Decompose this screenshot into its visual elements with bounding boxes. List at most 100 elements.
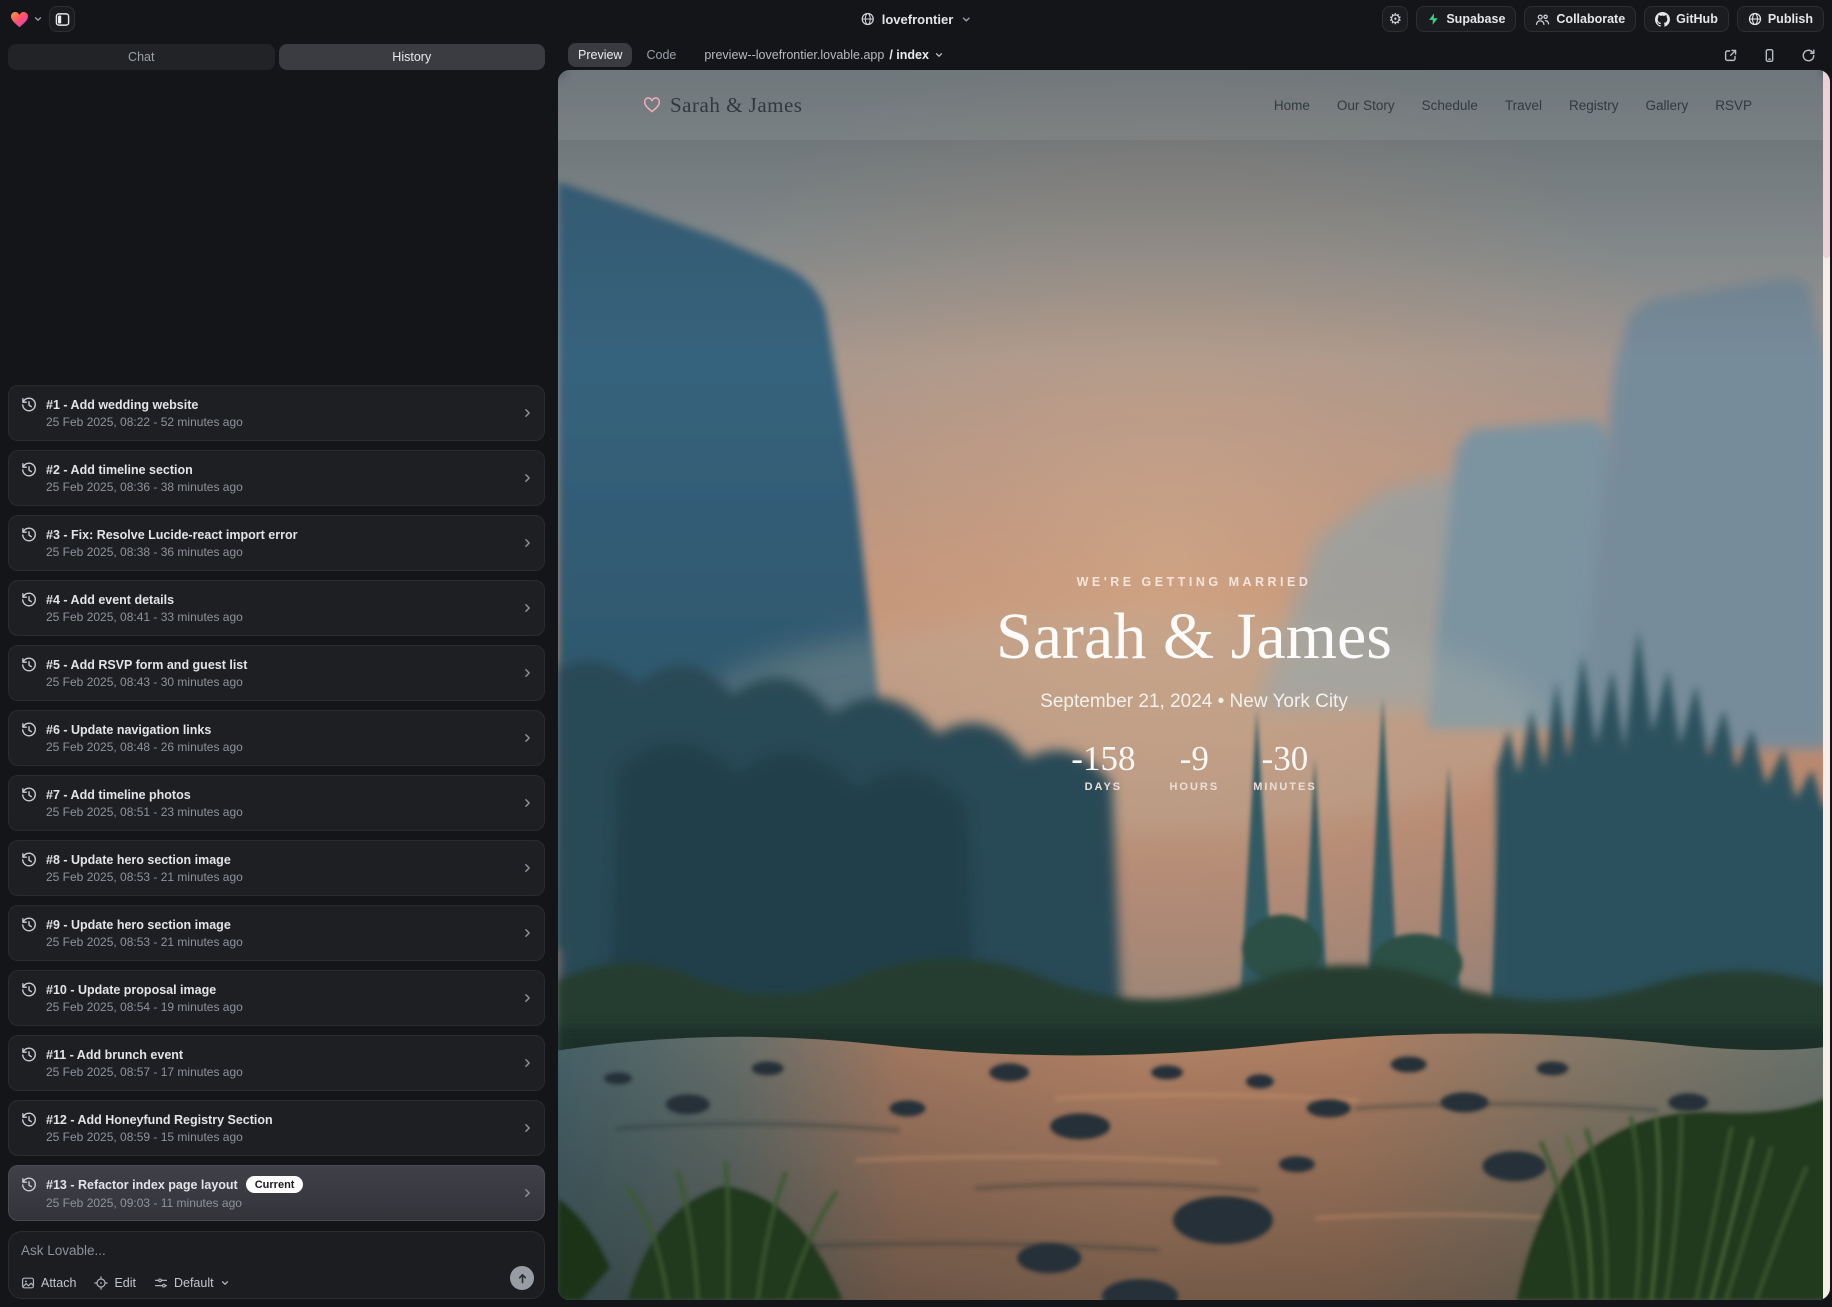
history-icon [21, 982, 37, 998]
history-item[interactable]: #12 - Add Honeyfund Registry Section 25 … [8, 1100, 545, 1156]
collaborate-button[interactable]: Collaborate [1524, 6, 1636, 32]
tab-preview[interactable]: Preview [568, 43, 632, 67]
history-item-title: #10 - Update proposal image [46, 983, 216, 997]
globe-icon [1748, 12, 1762, 26]
sidebar-tabs: Chat History [8, 44, 545, 70]
history-icon [21, 787, 37, 803]
send-button[interactable] [510, 1266, 534, 1290]
site-nav: Home Our Story Schedule Travel Registry Galle… [1274, 98, 1752, 113]
history-item-time: 25 Feb 2025, 08:41 - 33 minutes ago [46, 610, 243, 624]
chevron-right-icon [521, 472, 534, 485]
refresh-button[interactable] [1801, 48, 1816, 63]
edit-button[interactable]: Edit [94, 1276, 136, 1290]
lovable-heart-icon [10, 11, 29, 28]
attach-button[interactable]: Attach [21, 1276, 76, 1290]
prompt-composer[interactable]: Ask Lovable... Attach Edit Default [8, 1231, 545, 1299]
supabase-button[interactable]: Supabase [1416, 6, 1516, 32]
nav-link[interactable]: Registry [1569, 98, 1619, 113]
history-item[interactable]: #4 - Add event details 25 Feb 2025, 08:4… [8, 580, 545, 636]
preview-panel: Sarah & James Home Our Story Schedule Trave… [558, 70, 1830, 1300]
tab-code[interactable]: Code [636, 43, 686, 67]
tab-history[interactable]: History [279, 44, 546, 70]
project-name: lovefrontier [882, 12, 954, 27]
history-item-time: 25 Feb 2025, 08:57 - 17 minutes ago [46, 1065, 243, 1079]
sidebar-panel-icon [55, 12, 70, 27]
users-icon [1535, 13, 1550, 26]
settings-button[interactable]: ⚙ [1382, 6, 1408, 32]
nav-link[interactable]: Gallery [1645, 98, 1688, 113]
preview-toolbar: Preview Code preview--lovefrontier.lovab… [568, 42, 1816, 68]
refresh-icon [1801, 48, 1816, 63]
nav-link[interactable]: Schedule [1422, 98, 1478, 113]
mode-select[interactable]: Default [154, 1276, 230, 1290]
countdown-label: HOURS [1169, 781, 1219, 793]
chevron-down-icon [934, 50, 944, 60]
history-item-title: #6 - Update navigation links [46, 723, 211, 737]
open-in-new-tab-button[interactable] [1723, 48, 1738, 63]
history-item-time: 25 Feb 2025, 08:36 - 38 minutes ago [46, 480, 243, 494]
history-item[interactable]: #7 - Add timeline photos 25 Feb 2025, 08… [8, 775, 545, 831]
history-item[interactable]: #6 - Update navigation links 25 Feb 2025… [8, 710, 545, 766]
history-item[interactable]: #5 - Add RSVP form and guest list 25 Feb… [8, 645, 545, 701]
history-item[interactable]: #13 - Refactor index page layout Current… [8, 1165, 545, 1221]
publish-button[interactable]: Publish [1737, 6, 1824, 32]
history-item-title: #7 - Add timeline photos [46, 788, 191, 802]
countdown-label: DAYS [1071, 781, 1135, 793]
history-item-title: #13 - Refactor index page layout [46, 1178, 238, 1192]
toggle-sidebar-button[interactable] [49, 6, 75, 32]
chevron-right-icon [521, 927, 534, 940]
preview-scrollbar-track [1823, 70, 1830, 1300]
github-button[interactable]: GitHub [1644, 6, 1729, 32]
preview-scrollbar-thumb[interactable] [1823, 70, 1830, 258]
target-icon [94, 1276, 108, 1290]
image-icon [21, 1276, 35, 1290]
arrow-up-icon [516, 1272, 529, 1285]
nav-link[interactable]: Travel [1505, 98, 1542, 113]
project-switcher[interactable]: lovefrontier [861, 0, 972, 38]
globe-icon [861, 12, 875, 26]
history-item[interactable]: #3 - Fix: Resolve Lucide-react import er… [8, 515, 545, 571]
countdown-unit: -9 HOURS [1169, 739, 1219, 793]
lovable-logo-menu[interactable] [10, 11, 43, 28]
history-list: #1 - Add wedding website 25 Feb 2025, 08… [8, 80, 545, 1221]
history-icon [21, 592, 37, 608]
prompt-input[interactable]: Ask Lovable... [21, 1243, 532, 1258]
current-badge: Current [246, 1176, 304, 1193]
chevron-right-icon [521, 602, 534, 615]
chevron-right-icon [521, 407, 534, 420]
history-item[interactable]: #2 - Add timeline section 25 Feb 2025, 0… [8, 450, 545, 506]
history-item[interactable]: #1 - Add wedding website 25 Feb 2025, 08… [8, 385, 545, 441]
countdown-label: MINUTES [1253, 781, 1317, 793]
history-item[interactable]: #8 - Update hero section image 25 Feb 20… [8, 840, 545, 896]
hero-eyebrow: WE'RE GETTING MARRIED [996, 575, 1392, 589]
chevron-right-icon [521, 667, 534, 680]
nav-link[interactable]: Our Story [1337, 98, 1395, 113]
site-brand[interactable]: Sarah & James [643, 93, 802, 118]
history-item[interactable]: #11 - Add brunch event 25 Feb 2025, 08:5… [8, 1035, 545, 1091]
top-bar: lovefrontier ⚙ Supabase Collaborate GitH… [0, 0, 1832, 38]
nav-link[interactable]: Home [1274, 98, 1310, 113]
history-item[interactable]: #9 - Update hero section image 25 Feb 20… [8, 905, 545, 961]
site-header: Sarah & James Home Our Story Schedule Trave… [558, 70, 1830, 140]
tab-chat[interactable]: Chat [8, 44, 275, 70]
history-item-time: 25 Feb 2025, 08:59 - 15 minutes ago [46, 1130, 273, 1144]
history-item[interactable]: #10 - Update proposal image 25 Feb 2025,… [8, 970, 545, 1026]
chevron-right-icon [521, 1057, 534, 1070]
chevron-right-icon [521, 1122, 534, 1135]
countdown-unit: -30 MINUTES [1253, 739, 1317, 793]
countdown-value: -9 [1169, 739, 1219, 779]
chevron-right-icon [521, 732, 534, 745]
history-item-title: #2 - Add timeline section [46, 463, 193, 477]
sidebar: Chat History #1 - Add wedding website 25… [8, 44, 545, 1299]
nav-link[interactable]: RSVP [1715, 98, 1752, 113]
chevron-down-icon [220, 1278, 230, 1288]
supabase-bolt-icon [1427, 12, 1440, 26]
countdown-unit: -158 DAYS [1071, 739, 1135, 793]
chevron-right-icon [521, 797, 534, 810]
github-icon [1655, 12, 1670, 27]
history-item-title: #4 - Add event details [46, 593, 174, 607]
preview-url-dropdown[interactable]: preview--lovefrontier.lovable.app / inde… [704, 48, 944, 62]
mobile-view-button[interactable] [1762, 48, 1777, 63]
hero-content: WE'RE GETTING MARRIED Sarah & James Sept… [996, 575, 1392, 793]
history-icon [21, 1047, 37, 1063]
